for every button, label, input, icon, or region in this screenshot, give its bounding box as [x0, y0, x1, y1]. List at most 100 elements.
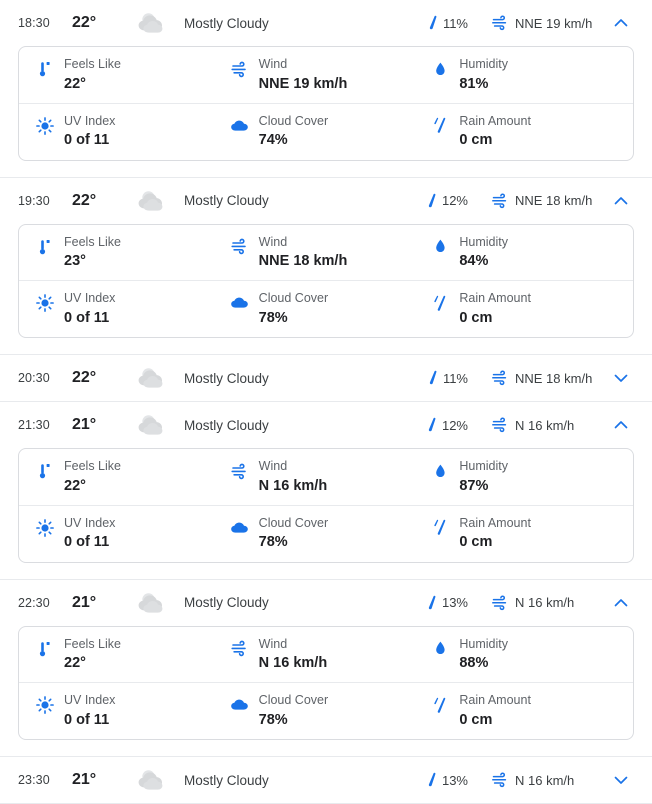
hour-wind: N 16 km/h [492, 595, 604, 611]
cloud-icon [230, 291, 250, 313]
detail-rain-amount: Rain Amount 0 cm [428, 291, 633, 327]
rain-drops-icon [430, 693, 450, 715]
detail-row-secondary: UV Index 0 of 11 Cloud Cover 78% Rain Am… [19, 683, 633, 739]
cloud-icon [230, 693, 250, 715]
hour-time: 21:30 [18, 418, 50, 432]
expand-toggle[interactable] [604, 416, 638, 434]
hour-time: 18:30 [18, 16, 50, 30]
wind-icon [230, 57, 250, 79]
detail-label-wind: Wind [258, 57, 288, 71]
hour-detail-card: Feels Like 22° Wind NNE 19 km/h Humidity… [18, 46, 634, 161]
wind-icon [230, 235, 250, 257]
rain-drops-icon [430, 114, 450, 136]
detail-value-wind: N 16 km/h [258, 655, 328, 672]
hourly-forecast-list: 18:30 22° Mostly Cloudy 11% NNE 19 km/h … [0, 0, 652, 804]
hour-condition: Mostly Cloudy [184, 193, 269, 208]
wind-icon [492, 417, 509, 433]
hour-time: 20:30 [18, 371, 50, 385]
detail-row-secondary: UV Index 0 of 11 Cloud Cover 78% Rain Am… [19, 506, 633, 562]
sun-uv-icon [35, 693, 55, 715]
detail-wind: Wind N 16 km/h [224, 459, 429, 495]
mostly-cloudy-icon [128, 365, 178, 391]
detail-row-secondary: UV Index 0 of 11 Cloud Cover 74% Rain Am… [19, 104, 633, 160]
hour-block: 23:30 21° Mostly Cloudy 13% N 16 km/h [0, 757, 652, 804]
precipitation-value: 12% [441, 417, 468, 433]
detail-value-humidity: 88% [459, 655, 489, 672]
detail-value-uv-index: 0 of 11 [64, 309, 110, 326]
detail-row-primary: Feels Like 22° Wind N 16 km/h Humidity 8… [19, 449, 633, 506]
expand-toggle[interactable] [604, 369, 638, 387]
detail-humidity: Humidity 88% [428, 637, 633, 673]
detail-label-humidity: Humidity [459, 57, 508, 71]
hour-block: 22:30 21° Mostly Cloudy 13% N 16 km/h Fe… [0, 579, 652, 757]
detail-wind: Wind N 16 km/h [224, 637, 429, 673]
detail-label-cloud-cover: Cloud Cover [258, 693, 329, 708]
sun-uv-icon [35, 291, 55, 313]
hour-precipitation: 12% [426, 417, 468, 433]
detail-uv-index: UV Index 0 of 11 [19, 114, 224, 150]
detail-value-cloud-cover: 74% [258, 132, 288, 149]
detail-label-humidity: Humidity [459, 234, 508, 249]
detail-rain-amount: Rain Amount 0 cm [428, 114, 633, 150]
expand-toggle[interactable] [604, 594, 638, 612]
chevron-up-icon [614, 196, 628, 204]
expand-toggle[interactable] [604, 192, 638, 210]
detail-label-feels-like: Feels Like [64, 459, 121, 473]
detail-label-wind: Wind [258, 636, 288, 651]
expand-toggle[interactable] [604, 771, 638, 789]
chevron-down-icon [614, 776, 628, 784]
wind-value: NNE 19 km/h [515, 15, 593, 31]
detail-row-secondary: UV Index 0 of 11 Cloud Cover 78% Rain Am… [19, 281, 633, 337]
thermometer-icon [35, 637, 55, 659]
precipitation-value: 11% [442, 370, 468, 386]
detail-label-wind: Wind [258, 234, 288, 249]
detail-label-uv-index: UV Index [64, 113, 116, 128]
detail-label-cloud-cover: Cloud Cover [258, 291, 329, 306]
detail-label-wind: Wind [258, 459, 288, 473]
hour-summary-row[interactable]: 21:30 21° Mostly Cloudy 12% N 16 km/h [0, 402, 652, 448]
hour-summary-row[interactable]: 19:30 22° Mostly Cloudy 12% NNE 18 km/h [0, 178, 652, 224]
hour-precipitation: 13% [426, 595, 468, 611]
chevron-up-icon [614, 19, 628, 27]
precipitation-value: 13% [441, 772, 468, 788]
expand-toggle[interactable] [604, 14, 638, 32]
hour-summary-row[interactable]: 18:30 22° Mostly Cloudy 11% NNE 19 km/h [0, 0, 652, 46]
thermometer-icon [35, 235, 55, 257]
sun-uv-icon [35, 114, 55, 136]
mostly-cloudy-icon [128, 188, 178, 214]
hour-summary-row[interactable]: 20:30 22° Mostly Cloudy 11% NNE 18 km/h [0, 355, 652, 401]
detail-feels-like: Feels Like 22° [19, 57, 224, 93]
chevron-down-icon [614, 374, 628, 382]
detail-value-cloud-cover: 78% [258, 711, 288, 728]
hour-condition: Mostly Cloudy [184, 595, 269, 610]
thermometer-icon [35, 459, 55, 481]
humidity-drop-icon [430, 235, 450, 257]
detail-value-feels-like: 22° [64, 477, 86, 494]
detail-uv-index: UV Index 0 of 11 [19, 291, 224, 327]
detail-value-cloud-cover: 78% [258, 534, 288, 551]
rain-drops-icon [430, 516, 450, 538]
hour-summary-row[interactable]: 22:30 21° Mostly Cloudy 13% N 16 km/h [0, 580, 652, 626]
chevron-up-icon [614, 598, 628, 606]
hour-detail-card: Feels Like 22° Wind N 16 km/h Humidity 8… [18, 448, 634, 563]
humidity-drop-icon [430, 57, 450, 79]
detail-humidity: Humidity 81% [428, 57, 633, 93]
detail-rain-amount: Rain Amount 0 cm [428, 516, 633, 552]
detail-label-rain-amount: Rain Amount [459, 113, 531, 128]
hour-precipitation: 13% [426, 772, 468, 788]
mostly-cloudy-icon [128, 590, 178, 616]
detail-label-cloud-cover: Cloud Cover [258, 515, 329, 530]
detail-value-rain-amount: 0 cm [459, 309, 493, 326]
detail-value-uv-index: 0 of 11 [64, 534, 110, 551]
detail-row-primary: Feels Like 22° Wind N 16 km/h Humidity 8… [19, 627, 633, 684]
detail-feels-like: Feels Like 22° [19, 459, 224, 495]
detail-label-rain-amount: Rain Amount [459, 291, 531, 306]
precipitation-drop-icon [427, 370, 438, 386]
detail-label-rain-amount: Rain Amount [459, 693, 531, 708]
mostly-cloudy-icon [128, 767, 178, 793]
detail-cloud-cover: Cloud Cover 78% [224, 693, 429, 729]
detail-cloud-cover: Cloud Cover 78% [224, 291, 429, 327]
detail-label-uv-index: UV Index [64, 515, 116, 530]
detail-feels-like: Feels Like 22° [19, 637, 224, 673]
hour-summary-row[interactable]: 23:30 21° Mostly Cloudy 13% N 16 km/h [0, 757, 652, 803]
